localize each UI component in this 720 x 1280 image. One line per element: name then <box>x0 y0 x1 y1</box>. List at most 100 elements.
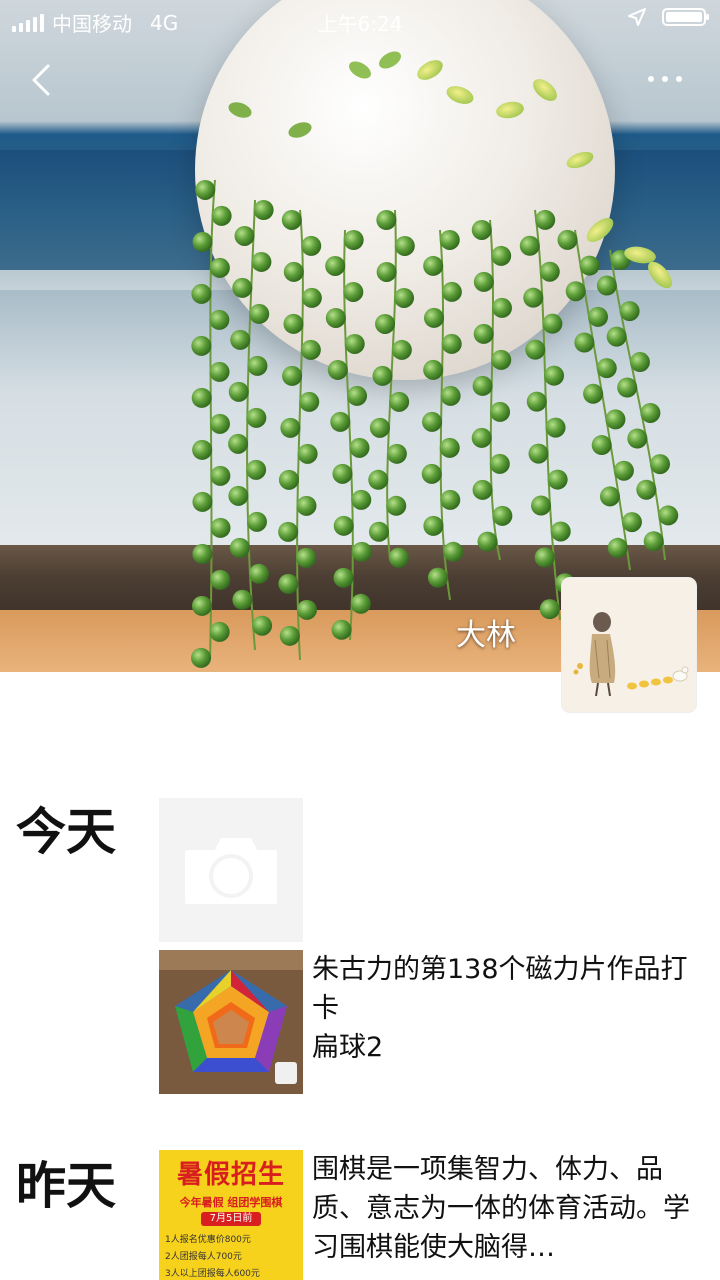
plant-pearl <box>325 255 346 276</box>
plant-pearl <box>440 489 461 510</box>
cover-photo[interactable] <box>0 0 720 672</box>
plant-pearl <box>599 486 620 507</box>
plant-pearl <box>211 205 232 226</box>
plant-pearl <box>650 454 671 475</box>
more-dots-icon <box>648 76 654 82</box>
plant-pearl <box>557 229 578 250</box>
plant-pearl <box>473 271 494 292</box>
plant-pearl <box>232 589 253 610</box>
post-thumbnail-magnetic-tiles[interactable] <box>159 950 303 1094</box>
plant-pearl <box>299 391 320 412</box>
plant-pearl <box>394 287 415 308</box>
plant-pearl <box>232 277 253 298</box>
plant-pearl <box>423 359 444 380</box>
status-time: 上午6:24 <box>317 12 403 36</box>
plant-pearl <box>621 512 642 533</box>
day-label-yesterday: 昨天 <box>16 1157 116 1215</box>
plant-pearl <box>528 443 549 464</box>
plant-pearl <box>523 287 544 308</box>
plant-pearl <box>389 391 410 412</box>
plant-pearl <box>596 358 617 379</box>
plant-pearl <box>606 326 627 347</box>
plant-pearl <box>209 309 230 330</box>
plant-pearl <box>477 531 498 552</box>
plant-pearl <box>246 459 267 480</box>
thumb-subtitle: 今年暑假 组团学围棋 <box>179 1196 283 1209</box>
plant-pearl <box>423 515 444 536</box>
profile-avatar[interactable] <box>562 578 696 712</box>
plant-pearl <box>388 547 409 568</box>
plant-pearl <box>375 313 396 334</box>
plant-pearl <box>191 387 212 408</box>
plant-pearl <box>627 428 648 449</box>
plant-pearl <box>391 339 412 360</box>
plant-pearl <box>535 209 556 230</box>
plant-pearl <box>251 251 272 272</box>
plant-pearl <box>547 469 568 490</box>
camera-post-button[interactable] <box>159 798 303 942</box>
chevron-left-icon <box>32 64 50 96</box>
plant-pearl <box>539 599 560 620</box>
plant-pearl <box>629 352 650 373</box>
plant-pearl <box>234 225 255 246</box>
back-button[interactable] <box>22 58 66 102</box>
plant-pearl <box>640 402 661 423</box>
location-arrow-icon <box>628 8 646 26</box>
plant-pearl <box>636 479 657 500</box>
plant-pearl <box>228 433 249 454</box>
more-dot <box>676 76 682 82</box>
plant-pearl <box>210 569 231 590</box>
plant-pearl <box>249 303 270 324</box>
plant-pearl <box>544 365 565 386</box>
more-options-button[interactable] <box>640 64 690 94</box>
post-thumbnail-go-class[interactable]: 暑假招生 今年暑假 组团学围棋 7月5日前 1人报名优惠价800元 2人团报每人… <box>159 1150 303 1280</box>
plant-pearl <box>296 599 317 620</box>
plant-pearl <box>439 437 460 458</box>
plant-pearl <box>278 469 299 490</box>
plant-pearl <box>192 543 213 564</box>
plant-pearl <box>565 281 586 302</box>
plant-pearl <box>471 427 492 448</box>
plant-pearl <box>349 437 370 458</box>
plant-pearl <box>386 495 407 516</box>
thumb-line-3: 3人以上团报每人600元 <box>165 1269 260 1279</box>
plant-pearl <box>191 335 212 356</box>
plant-pearl <box>605 409 626 430</box>
post-text-go-class[interactable]: 围棋是一项集智力、体力、品质、意志为一体的体育活动。学习围棋能使大脑得… <box>312 1150 702 1267</box>
post-text-line2: 扁球2 <box>312 1032 384 1063</box>
plant-pearl <box>281 209 302 230</box>
plant-pearl <box>347 385 368 406</box>
plant-pearl <box>210 465 231 486</box>
plant-pearl <box>343 281 364 302</box>
plant-pearl <box>531 495 552 516</box>
plant-pearl <box>473 323 494 344</box>
plant-pearl <box>490 401 511 422</box>
plant-pearl <box>301 235 322 256</box>
battery-icon <box>662 8 709 26</box>
plant-pearl <box>191 283 212 304</box>
plant-pearl <box>283 261 304 282</box>
plant-pearl <box>376 209 397 230</box>
plant-pearl <box>369 417 390 438</box>
plant-pearl <box>491 297 512 318</box>
camera-icon <box>185 838 277 904</box>
plant-pearl <box>301 287 322 308</box>
plant-pearl <box>325 307 346 328</box>
plant-pearl <box>591 435 612 456</box>
profile-username[interactable]: 大林 <box>456 610 516 654</box>
string-of-pearls-plant <box>191 51 679 668</box>
plant-pearl <box>539 261 560 282</box>
plant-pearl <box>278 521 299 542</box>
avatar-illustration <box>562 578 696 712</box>
plant-pearl <box>491 245 512 266</box>
plant-pearl <box>471 219 492 240</box>
plant-pearl <box>368 521 389 542</box>
plant-pearl <box>332 463 353 484</box>
status-bar: 中国移动 4G 上午6:24 <box>0 0 720 40</box>
post-text-magnetic-tiles[interactable]: 朱古力的第138个磁力片作品打卡 扁球2 <box>312 950 702 1067</box>
plant-pearl <box>372 365 393 386</box>
plant-pearl <box>210 517 231 538</box>
plant-pearl <box>296 547 317 568</box>
plant-pearl <box>441 281 462 302</box>
plant-pearl <box>209 361 230 382</box>
